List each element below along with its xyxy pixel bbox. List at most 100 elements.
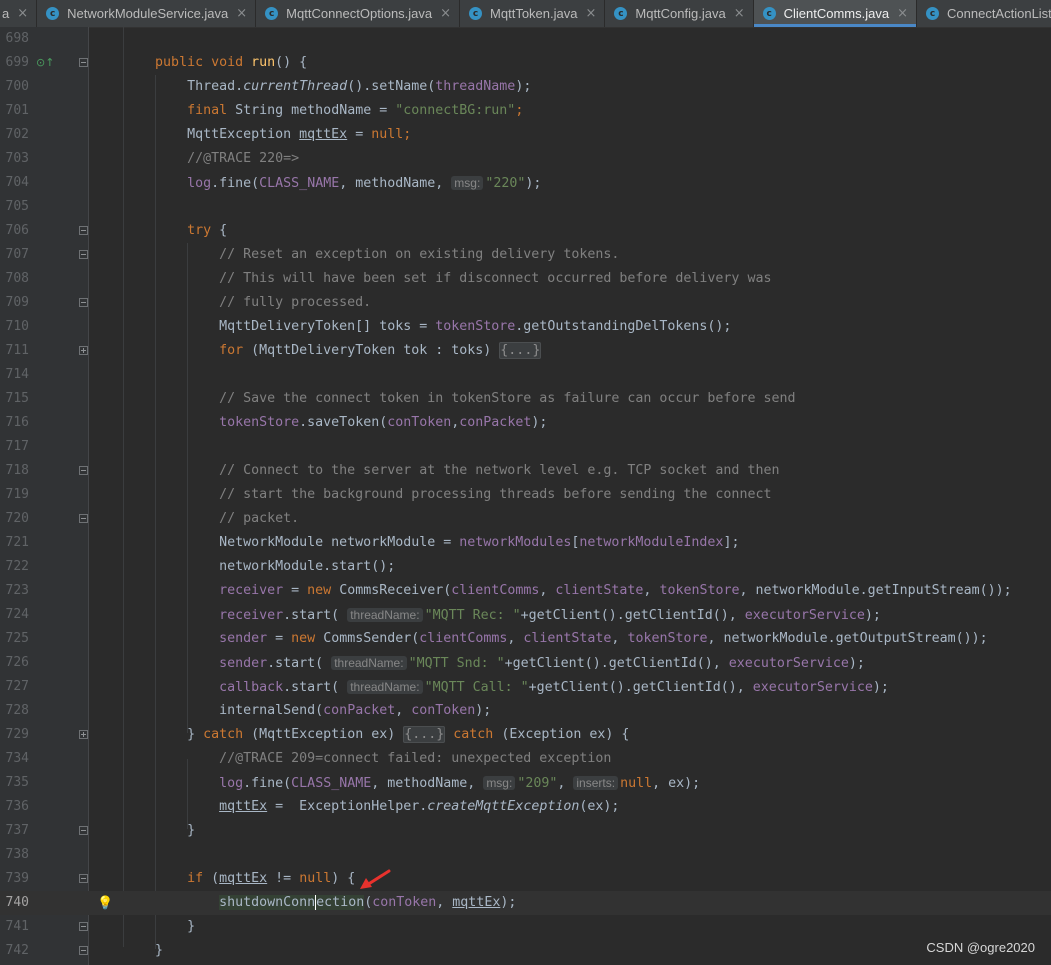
collapse-fold-icon[interactable] xyxy=(79,826,88,835)
tab-connectactionlistener-java[interactable]: c ConnectActionListener.java xyxy=(917,0,1051,27)
code-token: null xyxy=(371,127,404,142)
code-line[interactable]: 729 } catch (MqttException ex) {...} cat… xyxy=(0,723,1051,747)
code-line[interactable]: 720 // packet. xyxy=(0,507,1051,531)
code-token: .start( xyxy=(267,656,332,671)
close-icon[interactable]: × xyxy=(734,6,745,21)
code-line[interactable]: 727 callback.start( threadName: "MQTT Cal… xyxy=(0,675,1051,699)
code-token: networkModuleIndex xyxy=(579,535,724,550)
code-line[interactable]: 738 xyxy=(0,843,1051,867)
collapse-fold-icon[interactable] xyxy=(79,466,88,475)
code-line[interactable]: 723 receiver = new CommsReceiver(clientC… xyxy=(0,579,1051,603)
code-token: ection xyxy=(315,895,365,910)
code-line[interactable]: 717 xyxy=(0,435,1051,459)
close-icon[interactable]: × xyxy=(17,6,28,21)
code-token: catch xyxy=(203,727,252,742)
code-token: , networkModule.getInputStream()); xyxy=(739,583,1012,598)
line-number: 706 xyxy=(5,223,29,238)
code-line[interactable]: 715 // Save the connect token in tokenSt… xyxy=(0,387,1051,411)
code-line[interactable]: 711 for (MqttDeliveryToken tok : toks) {… xyxy=(0,339,1051,363)
line-number: 718 xyxy=(5,463,29,478)
code-line[interactable]: 698 xyxy=(0,27,1051,51)
code-line[interactable]: 699 ⊙↑ public void run() { xyxy=(0,51,1051,75)
close-icon[interactable]: × xyxy=(236,6,247,21)
code-token: tokenStore xyxy=(219,415,300,430)
code-token: mqttEx xyxy=(299,127,348,142)
code-line[interactable]: 725 sender = new CommsSender(clientComms… xyxy=(0,627,1051,651)
code-line[interactable]: 710 MqttDeliveryToken[] toks = tokenStor… xyxy=(0,315,1051,339)
code-line[interactable]: 704 log.fine(CLASS_NAME, methodName, msg… xyxy=(0,171,1051,195)
collapse-fold-icon[interactable] xyxy=(79,250,88,259)
code-text: log.fine(CLASS_NAME, methodName, msg: "20… xyxy=(91,771,700,796)
tab-mqttconnectoptions-java[interactable]: c MqttConnectOptions.java × xyxy=(256,0,461,27)
override-up-icon[interactable]: ⊙↑ xyxy=(36,51,54,75)
code-token: ); xyxy=(872,680,889,695)
code-line[interactable]: 716 tokenStore.saveToken(conToken,conPac… xyxy=(0,411,1051,435)
code-text: for (MqttDeliveryToken tok : toks) {...} xyxy=(91,339,542,363)
collapse-fold-icon[interactable] xyxy=(79,514,88,523)
code-line[interactable]: 739 if (mqttEx != null) { xyxy=(0,867,1051,891)
code-text: } xyxy=(91,819,195,843)
collapse-fold-icon[interactable] xyxy=(79,298,88,307)
collapse-fold-icon[interactable] xyxy=(79,946,88,955)
code-token: CommsSender( xyxy=(323,631,420,646)
code-line[interactable]: 736 mqttEx = ExceptionHelper.createMqttE… xyxy=(0,795,1051,819)
close-icon[interactable]: × xyxy=(440,6,451,21)
collapse-fold-icon[interactable] xyxy=(79,226,88,235)
close-icon[interactable]: × xyxy=(585,6,596,21)
line-number: 737 xyxy=(5,823,29,838)
expand-fold-icon[interactable] xyxy=(79,346,88,355)
code-line[interactable]: 719 // start the background processing t… xyxy=(0,483,1051,507)
code-line[interactable]: 737 } xyxy=(0,819,1051,843)
code-line[interactable]: 706 try { xyxy=(0,219,1051,243)
code-token: , xyxy=(557,776,574,791)
close-icon[interactable]: × xyxy=(897,6,908,21)
code-token: receiver xyxy=(219,583,284,598)
code-line[interactable]: 724 receiver.start( threadName: "MQTT Rec… xyxy=(0,603,1051,627)
code-token: // Connect to the server at the network … xyxy=(91,463,780,478)
code-line[interactable]: 701 final String methodName = "connectBG… xyxy=(0,99,1051,123)
current-code-line[interactable]: 740 💡 shutdownConnection(conToken, mqttEx… xyxy=(0,891,1051,915)
folded-block[interactable]: {...} xyxy=(499,342,542,359)
code-token: ); xyxy=(500,895,517,910)
code-line[interactable]: 741 } xyxy=(0,915,1051,939)
code-line[interactable]: 702 MqttException mqttEx = null; xyxy=(0,123,1051,147)
code-line[interactable]: 700 Thread.currentThread().setName(threa… xyxy=(0,75,1051,99)
code-line[interactable]: 728 internalSend(conPacket, conToken); xyxy=(0,699,1051,723)
tab-networkmoduleservice-java[interactable]: c NetworkModuleService.java × xyxy=(37,0,257,27)
collapse-fold-icon[interactable] xyxy=(79,58,88,67)
code-line[interactable]: 718 // Connect to the server at the netw… xyxy=(0,459,1051,483)
code-line[interactable]: 705 xyxy=(0,195,1051,219)
code-editor[interactable]: 698 699 ⊙↑ public void run() {700 Thread.c… xyxy=(0,27,1051,965)
collapse-fold-icon[interactable] xyxy=(79,922,88,931)
code-text: networkModule.start(); xyxy=(91,555,395,579)
code-line[interactable]: 722 networkModule.start(); xyxy=(0,555,1051,579)
code-line[interactable]: 734 //@TRACE 209=connect failed: unexpec… xyxy=(0,747,1051,771)
code-token: createMqttException xyxy=(427,799,580,814)
code-line[interactable]: 707 // Reset an exception on existing de… xyxy=(0,243,1051,267)
folded-block[interactable]: {...} xyxy=(403,726,446,743)
code-token: // Save the connect token in tokenStore … xyxy=(91,391,796,406)
code-line[interactable]: 721 NetworkModule networkModule = networ… xyxy=(0,531,1051,555)
tab-a[interactable]: a × xyxy=(0,0,38,27)
code-line[interactable]: 726 sender.start( threadName: "MQTT Snd: … xyxy=(0,651,1051,675)
tab-mqttconfig-java[interactable]: c MqttConfig.java × xyxy=(605,0,754,27)
code-text: // packet. xyxy=(91,507,299,531)
code-text: sender.start( threadName: "MQTT Snd: "+ge… xyxy=(91,651,865,676)
code-token: = xyxy=(283,583,308,598)
code-line[interactable]: 708 // This will have been set if discon… xyxy=(0,267,1051,291)
code-line[interactable]: 742 } xyxy=(0,939,1051,963)
tab-mqtttoken-java[interactable]: c MqttToken.java × xyxy=(460,0,606,27)
code-line[interactable]: 703 //@TRACE 220=> xyxy=(0,147,1051,171)
code-line[interactable]: 735 log.fine(CLASS_NAME, methodName, msg… xyxy=(0,771,1051,795)
tab-clientcomms-java[interactable]: c ClientComms.java × xyxy=(753,0,918,27)
code-token: "209" xyxy=(517,776,558,791)
line-number: 707 xyxy=(5,247,29,262)
code-token: null xyxy=(620,776,653,791)
code-token: = ExceptionHelper. xyxy=(267,799,428,814)
collapse-fold-icon[interactable] xyxy=(79,874,88,883)
code-line[interactable]: 709 // fully processed. xyxy=(0,291,1051,315)
code-line[interactable]: 714 xyxy=(0,363,1051,387)
expand-fold-icon[interactable] xyxy=(79,730,88,739)
